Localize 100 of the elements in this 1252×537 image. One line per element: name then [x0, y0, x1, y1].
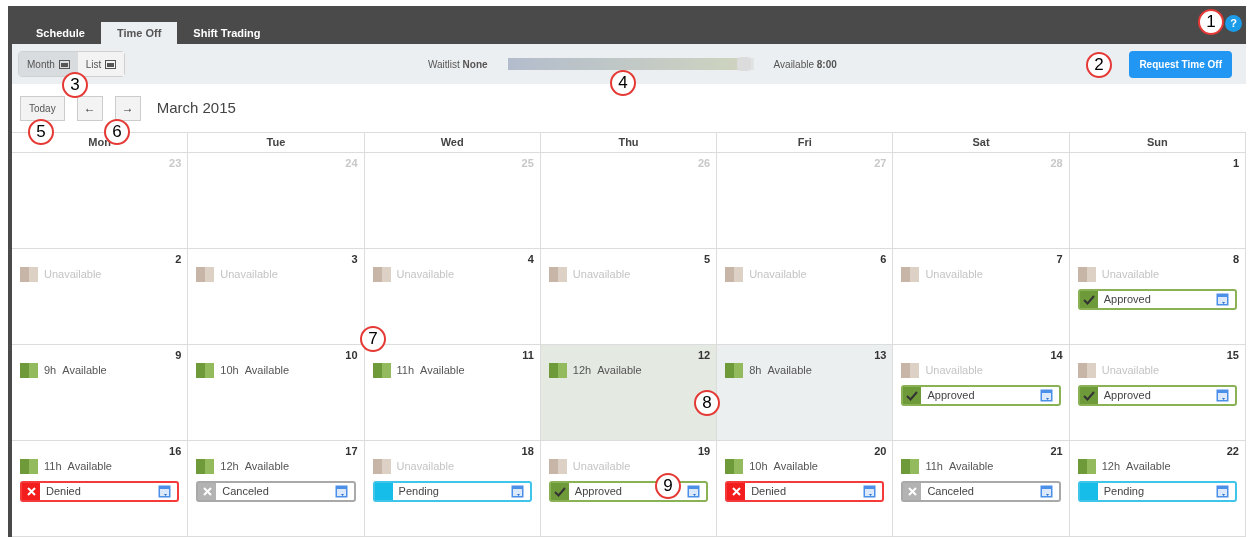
request-status: Canceled: [222, 484, 269, 500]
availability-text: Unavailable: [925, 266, 983, 282]
weekday-header: Sat: [972, 135, 990, 151]
availability-text: Unavailable: [220, 266, 278, 282]
calendar-icon[interactable]: [1039, 389, 1053, 402]
month-title: March 2015: [156, 97, 236, 118]
time-off-request[interactable]: Pending: [372, 481, 532, 502]
time-off-request[interactable]: Approved: [901, 385, 1061, 406]
hours-text: 11h: [44, 458, 62, 474]
day-number: 12: [697, 348, 711, 361]
calendar-icon[interactable]: [1039, 485, 1053, 498]
day-number: 16: [169, 444, 182, 457]
calendar-icon[interactable]: [863, 485, 877, 498]
waitlist-label: Waitlist None: [427, 57, 488, 72]
time-off-request[interactable]: Pending: [1077, 481, 1237, 502]
day-cell[interactable]: 5 Unavailable: [540, 249, 718, 345]
availability-text: Unavailable: [44, 266, 102, 282]
day-cell[interactable]: 1: [1069, 153, 1246, 249]
day-cell[interactable]: 18 Unavailable Pending: [364, 441, 541, 537]
day-cell[interactable]: 15 Unavailable Approved: [1069, 345, 1246, 441]
day-number: 6: [880, 252, 887, 265]
calendar-icon[interactable]: [1216, 293, 1229, 306]
request-status: Approved: [574, 484, 622, 500]
weekday-header: Wed: [440, 135, 464, 151]
request-status: Denied: [751, 484, 786, 500]
day-cell[interactable]: 16 11h Available Denied: [12, 441, 189, 537]
status-icon: [1079, 387, 1098, 404]
day-cell[interactable]: 13 8h Available: [717, 345, 894, 441]
time-off-request[interactable]: Denied: [725, 481, 885, 502]
status-icon: [1079, 483, 1098, 500]
day-cell[interactable]: 3 Unavailable: [188, 249, 365, 345]
status-icon: [198, 483, 217, 500]
time-off-request[interactable]: Approved: [1077, 289, 1237, 310]
calendar-view-icon: [105, 59, 117, 69]
weekday-header: Tue: [266, 135, 286, 151]
day-cell[interactable]: 14 Unavailable Approved: [893, 345, 1070, 441]
time-off-request[interactable]: Denied: [20, 481, 180, 502]
availability-text: Unavailable: [1101, 266, 1160, 282]
status-icon: [550, 483, 569, 500]
availability-text: Available: [244, 362, 290, 378]
day-cell[interactable]: 22 12h Available Pending: [1069, 441, 1246, 537]
request-status: Approved: [927, 388, 975, 404]
day-cell[interactable]: 9 9h Available: [12, 345, 189, 441]
day-number: 2: [175, 252, 182, 265]
hours-text: 9h: [44, 362, 57, 378]
availability-text: Unavailable: [396, 266, 455, 282]
tab[interactable]: Shift Trading: [177, 22, 277, 44]
calendar-icon[interactable]: [510, 485, 524, 498]
hours-text: 12h: [220, 458, 239, 474]
status-icon: [22, 483, 40, 500]
day-number: 18: [521, 444, 534, 457]
today-button[interactable]: Today: [20, 95, 65, 121]
view-toggle[interactable]: List: [77, 52, 125, 76]
day-number: 4: [527, 252, 534, 265]
tab[interactable]: Time Off: [100, 22, 178, 44]
slider-handle[interactable]: [737, 57, 752, 71]
day-cell[interactable]: 10 10h Available: [188, 345, 365, 441]
day-cell[interactable]: 20 10h Available Denied: [717, 441, 894, 537]
day-number: 3: [351, 252, 358, 265]
calendar-icon[interactable]: [334, 485, 348, 498]
status-icon: [903, 483, 922, 500]
day-number: 9: [175, 348, 182, 361]
hours-text: 12h: [572, 362, 592, 378]
day-number: 19: [697, 444, 711, 457]
availability-text: Available: [767, 362, 812, 378]
availability-text: Unavailable: [396, 458, 455, 474]
day-number: 22: [1226, 444, 1239, 457]
calendar-icon[interactable]: [1216, 389, 1229, 402]
day-cell[interactable]: 2 Unavailable: [12, 249, 189, 345]
tab[interactable]: Schedule: [20, 22, 101, 44]
hours-text: 11h: [925, 458, 943, 474]
day-number: 1: [1232, 156, 1239, 169]
day-cell[interactable]: 6 Unavailable: [717, 249, 894, 345]
day-number: 21: [1050, 444, 1063, 457]
hours-text: 10h: [220, 362, 239, 378]
time-off-request[interactable]: Canceled: [901, 481, 1061, 502]
calendar-icon[interactable]: [687, 485, 701, 498]
day-cell[interactable]: 17 12h Available Canceled: [188, 441, 365, 537]
next-button[interactable]: →: [114, 95, 141, 121]
calendar-icon[interactable]: [1216, 485, 1229, 498]
time-off-request[interactable]: Approved: [1077, 385, 1237, 406]
day-cell[interactable]: 21 11h Available Canceled: [893, 441, 1070, 537]
calendar-icon[interactable]: [158, 485, 172, 498]
availability-text: Available: [67, 458, 112, 474]
day-cell[interactable]: 8 Unavailable Approved: [1069, 249, 1246, 345]
day-cell[interactable]: 11 11h Available: [364, 345, 541, 441]
availability-text: Available: [62, 362, 107, 378]
availability-text: Unavailable: [572, 458, 631, 474]
previous-button[interactable]: ←: [76, 95, 103, 121]
day-number: 14: [1050, 348, 1063, 361]
weekday-header: Mon: [88, 135, 111, 151]
status-icon: [1079, 291, 1098, 308]
view-toggle[interactable]: Month: [19, 52, 78, 76]
hours-text: 11h: [396, 362, 415, 378]
time-off-request[interactable]: Canceled: [196, 481, 356, 502]
hours-text: 8h: [749, 362, 762, 378]
weekday-header: Thu: [618, 135, 639, 151]
request-status: Pending: [398, 484, 439, 500]
day-cell[interactable]: 7 Unavailable: [893, 249, 1070, 345]
request-status: Canceled: [927, 484, 974, 500]
